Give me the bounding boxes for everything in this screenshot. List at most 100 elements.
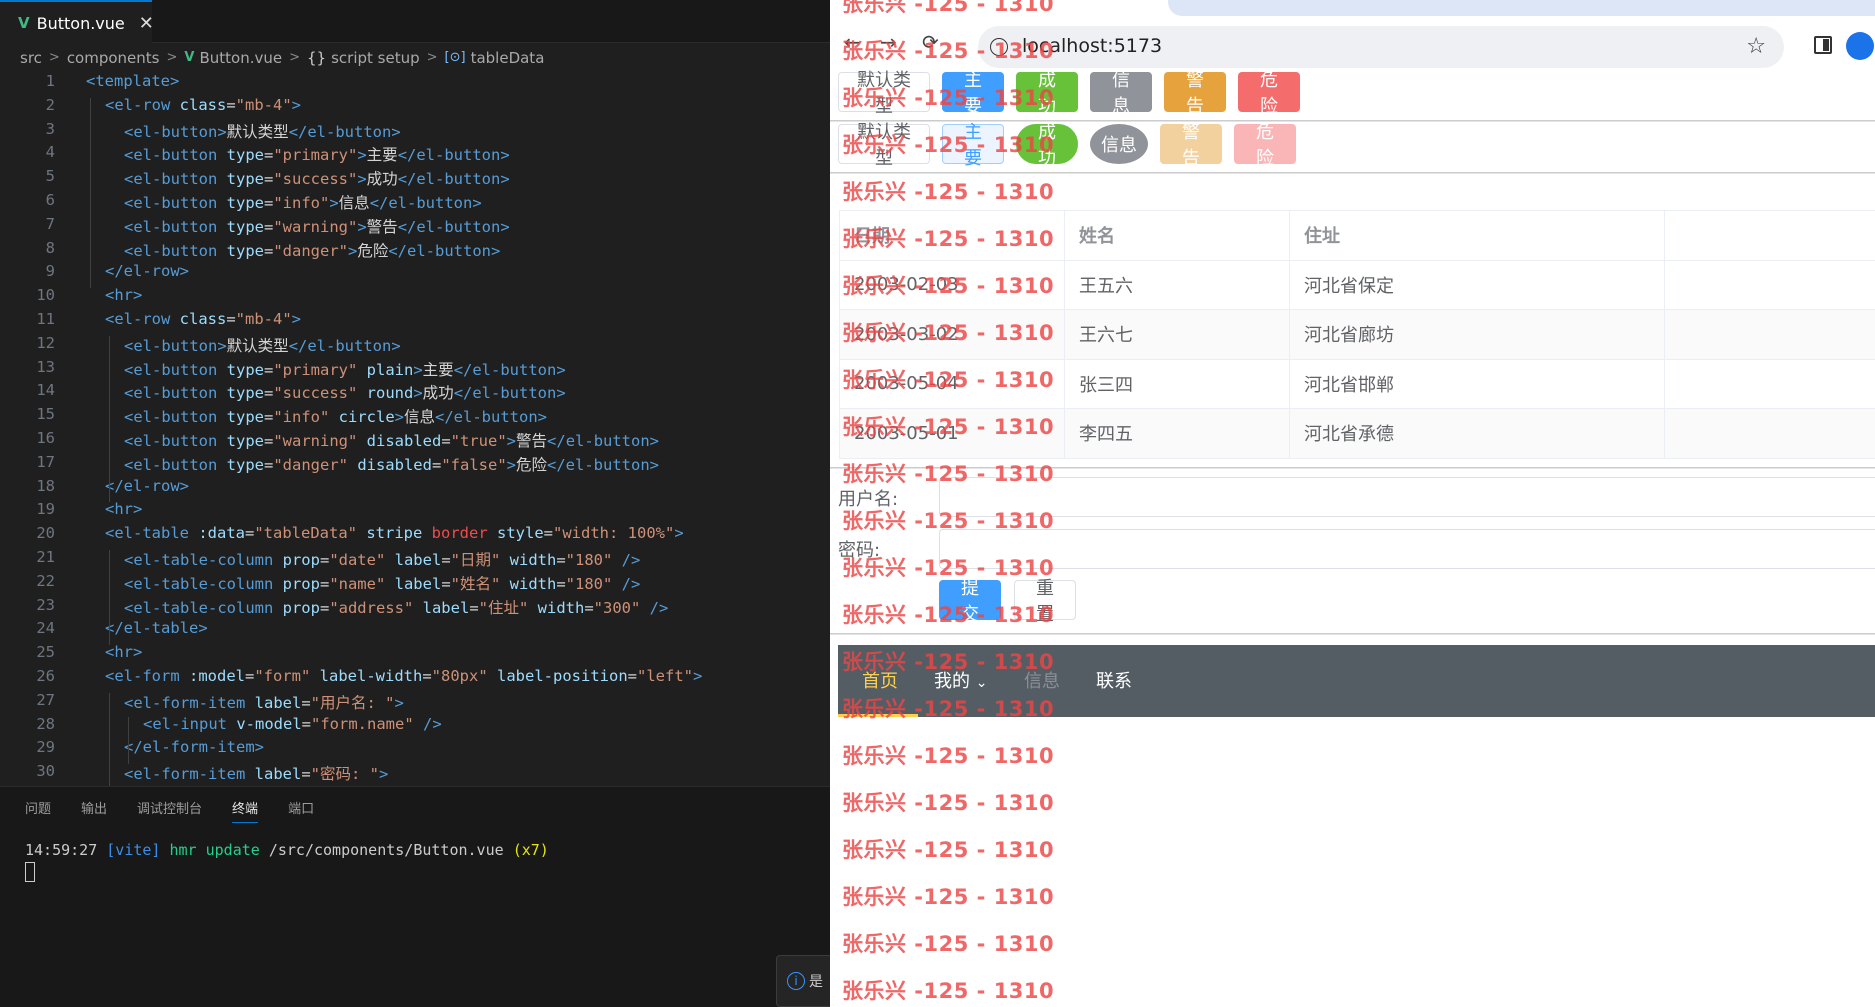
terminal-hmr-text: hmr update [169, 841, 260, 859]
code-token: <el-button [124, 408, 227, 427]
table-row[interactable]: 2003-03-02 王六七 河北省廊坊 [839, 309, 1875, 360]
code-token: "success" [273, 170, 358, 189]
panel-tab-ports[interactable]: 端口 [288, 798, 314, 817]
code-line: <el-table-column prop="date" label="日期" … [124, 548, 640, 570]
menu-item-mine[interactable]: 我的 ⌄ [934, 667, 987, 693]
side-panel-icon[interactable] [1814, 36, 1832, 54]
primary-plain-button[interactable]: 主要 [942, 122, 1004, 169]
address-bar[interactable]: localhost:5173 ☆ [978, 26, 1784, 68]
warning-button[interactable]: 警告 [1164, 70, 1226, 117]
code-line: <el-row class="mb-4"> [105, 96, 301, 114]
code-token: = [556, 551, 566, 569]
menu-item-contact[interactable]: 联系 [1096, 667, 1132, 693]
cell-date: 2003-05-04 [839, 358, 1065, 409]
success-round-button[interactable]: 成功 [1016, 122, 1078, 169]
chevron-down-icon: ⌄ [975, 675, 988, 691]
panel-tab-problems[interactable]: 问题 [25, 798, 51, 817]
code-token: </el-button> [397, 217, 510, 236]
password-input[interactable] [939, 529, 1875, 569]
code-token: "form.name" [311, 714, 414, 733]
code-area[interactable]: 1 <template> 2 <el-row class="mb-4"> 3 <el-bu… [0, 70, 830, 788]
code-token: = [263, 408, 274, 427]
username-input[interactable] [939, 477, 1875, 517]
code-token: 主要 [422, 360, 454, 379]
close-icon[interactable]: ✕ [139, 13, 154, 34]
code-token: <el-button [124, 360, 227, 379]
column-header-name[interactable]: 姓名 [1064, 210, 1290, 261]
cell-address: 河北省廊坊 [1289, 309, 1665, 360]
code-token: <el-button [124, 217, 227, 236]
info-circle-button[interactable]: 信息 [1090, 124, 1148, 164]
code-token: "primary" [273, 360, 358, 379]
code-token: label [413, 598, 470, 617]
code-token: class [179, 95, 227, 114]
cell-name: 王五六 [1064, 259, 1290, 310]
code-token: "date" [329, 551, 386, 569]
code-token: > [329, 194, 339, 212]
line-number: 8 [45, 238, 55, 257]
menu-item-home[interactable]: 首页 [862, 667, 898, 693]
reset-button[interactable]: 重置 [1014, 578, 1076, 625]
table-row[interactable]: 2003-05-04 张三四 河北省邯郸 [839, 358, 1875, 409]
primary-button[interactable]: 主要 [942, 70, 1004, 117]
default-button[interactable]: 默认类型 [838, 122, 930, 169]
code-token: prop [282, 598, 320, 617]
browser-toolbar: ← → ⟳ localhost:5173 ☆ [830, 16, 1875, 74]
code-token: 信息 [338, 194, 370, 212]
notification-toast[interactable]: i 是 [776, 955, 836, 1007]
column-header-address[interactable]: 住址 [1289, 210, 1665, 261]
table-row[interactable]: 2003-02-03 王五六 河北省保定 [839, 259, 1875, 310]
code-line: <hr> [105, 500, 142, 518]
code-token: <el-table-column [124, 551, 283, 569]
breadcrumb-components[interactable]: components [67, 49, 160, 67]
editor-tab-button-vue[interactable]: V Button.vue ✕ [0, 0, 154, 44]
profile-avatar[interactable] [1846, 32, 1874, 60]
default-button[interactable]: 默认类型 [838, 70, 930, 117]
code-token: stripe [357, 524, 432, 543]
line-number: 6 [45, 191, 55, 209]
info-button[interactable]: 信息 [1090, 70, 1152, 117]
reload-icon[interactable]: ⟳ [922, 30, 939, 54]
panel-tab-debug-console[interactable]: 调试控制台 [137, 798, 202, 817]
code-token: <el-table-column [124, 574, 283, 593]
code-line: <el-row class="mb-4"> [105, 310, 301, 328]
braces-icon: {} [307, 48, 327, 67]
danger-button[interactable]: 危险 [1238, 70, 1300, 117]
code-token: = [263, 432, 274, 450]
code-line: <el-table-column prop="name" label="姓名" … [124, 572, 640, 594]
terminal-count: (x7) [512, 841, 549, 859]
chevron-right-icon: > [166, 50, 178, 65]
code-token: </el-row> [105, 262, 189, 281]
breadcrumb-src[interactable]: src [20, 49, 42, 67]
code-editor: V Button.vue ✕ src > components > V Button.… [0, 0, 836, 1007]
breadcrumb-tabledata[interactable]: tableData [471, 49, 545, 67]
forward-icon[interactable]: → [880, 30, 897, 54]
site-info-icon[interactable] [990, 38, 1008, 56]
code-token: "住址" [478, 598, 529, 617]
back-icon[interactable]: ← [844, 30, 861, 54]
breadcrumb-script-setup[interactable]: script setup [331, 49, 420, 67]
submit-button[interactable]: 提交 [939, 578, 1001, 625]
code-line: <el-table-column prop="address" label="住… [124, 596, 668, 618]
code-token: = [584, 598, 594, 617]
code-token: </el-button> [547, 455, 659, 474]
line-number: 5 [45, 167, 55, 186]
panel-tab-terminal[interactable]: 终端 [232, 798, 259, 823]
bookmark-star-icon[interactable]: ☆ [1746, 34, 1766, 59]
cell-address: 河北省保定 [1289, 259, 1665, 310]
code-token: :model [189, 667, 245, 685]
terminal-output[interactable]: 14:59:27 [vite] hmr update /src/componen… [0, 827, 830, 882]
code-token: = [422, 667, 432, 685]
line-number: 21 [36, 548, 55, 566]
cell-date: 2003-02-03 [839, 259, 1065, 310]
breadcrumb-file[interactable]: Button.vue [199, 49, 282, 67]
code-token: > [674, 524, 684, 543]
code-token: type [226, 170, 264, 189]
code-line: <el-button type="success">成功</el-button> [124, 167, 510, 189]
code-token: <el-button [124, 455, 227, 474]
column-header-date[interactable]: 日期 [839, 210, 1065, 261]
success-button[interactable]: 成功 [1016, 70, 1078, 117]
line-number: 19 [36, 500, 55, 519]
panel-tab-output[interactable]: 输出 [81, 798, 107, 817]
table-row[interactable]: 2003-05-01 李四五 河北省承德 [839, 408, 1875, 459]
